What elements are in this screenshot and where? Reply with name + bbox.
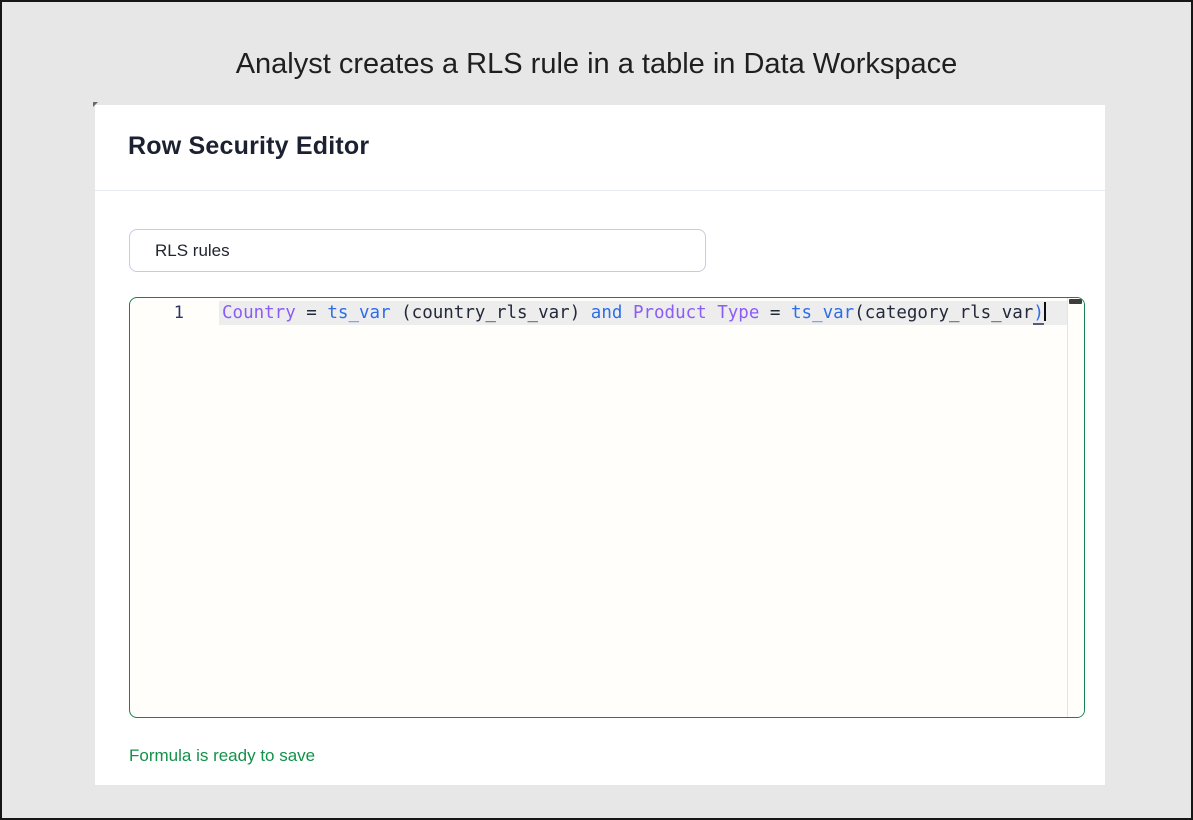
scrollbar-marker: [1069, 299, 1082, 304]
code-line-content: Country = ts_var (country_rls_var) and P…: [222, 303, 1044, 325]
code-token: =: [759, 303, 791, 323]
code-token: ts_var: [327, 303, 390, 323]
active-line[interactable]: Country = ts_var (country_rls_var) and P…: [219, 301, 1067, 325]
editor-scrollbar[interactable]: [1067, 298, 1084, 717]
status-message: Formula is ready to save: [129, 746, 315, 766]
panel-heading: Row Security Editor: [128, 132, 369, 161]
rule-name-value: RLS rules: [155, 241, 230, 261]
code-line-row: 1 Country = ts_var (country_rls_var) and…: [130, 301, 1084, 325]
code-token: ts_var: [791, 303, 854, 323]
code-token: (category_rls_var: [854, 303, 1033, 323]
page-title: Analyst creates a RLS rule in a table in…: [2, 48, 1191, 81]
code-token: [580, 303, 591, 323]
screenshot-canvas: Analyst creates a RLS rule in a table in…: [0, 0, 1193, 820]
code-token: Product Type: [633, 303, 759, 323]
code-token: (country_rls_var): [391, 303, 581, 323]
formula-code-editor[interactable]: 1 Country = ts_var (country_rls_var) and…: [129, 297, 1085, 718]
code-token: and: [591, 303, 623, 323]
code-token: ): [1033, 303, 1044, 325]
line-number: 1: [130, 301, 184, 325]
row-security-editor-panel: Row Security Editor RLS rules 1 Country …: [95, 105, 1105, 785]
code-token: [622, 303, 633, 323]
rule-name-field[interactable]: RLS rules: [129, 229, 706, 272]
code-token: Country: [222, 303, 296, 323]
code-token: =: [296, 303, 328, 323]
text-cursor: [1044, 302, 1046, 321]
header-divider: [95, 190, 1105, 191]
